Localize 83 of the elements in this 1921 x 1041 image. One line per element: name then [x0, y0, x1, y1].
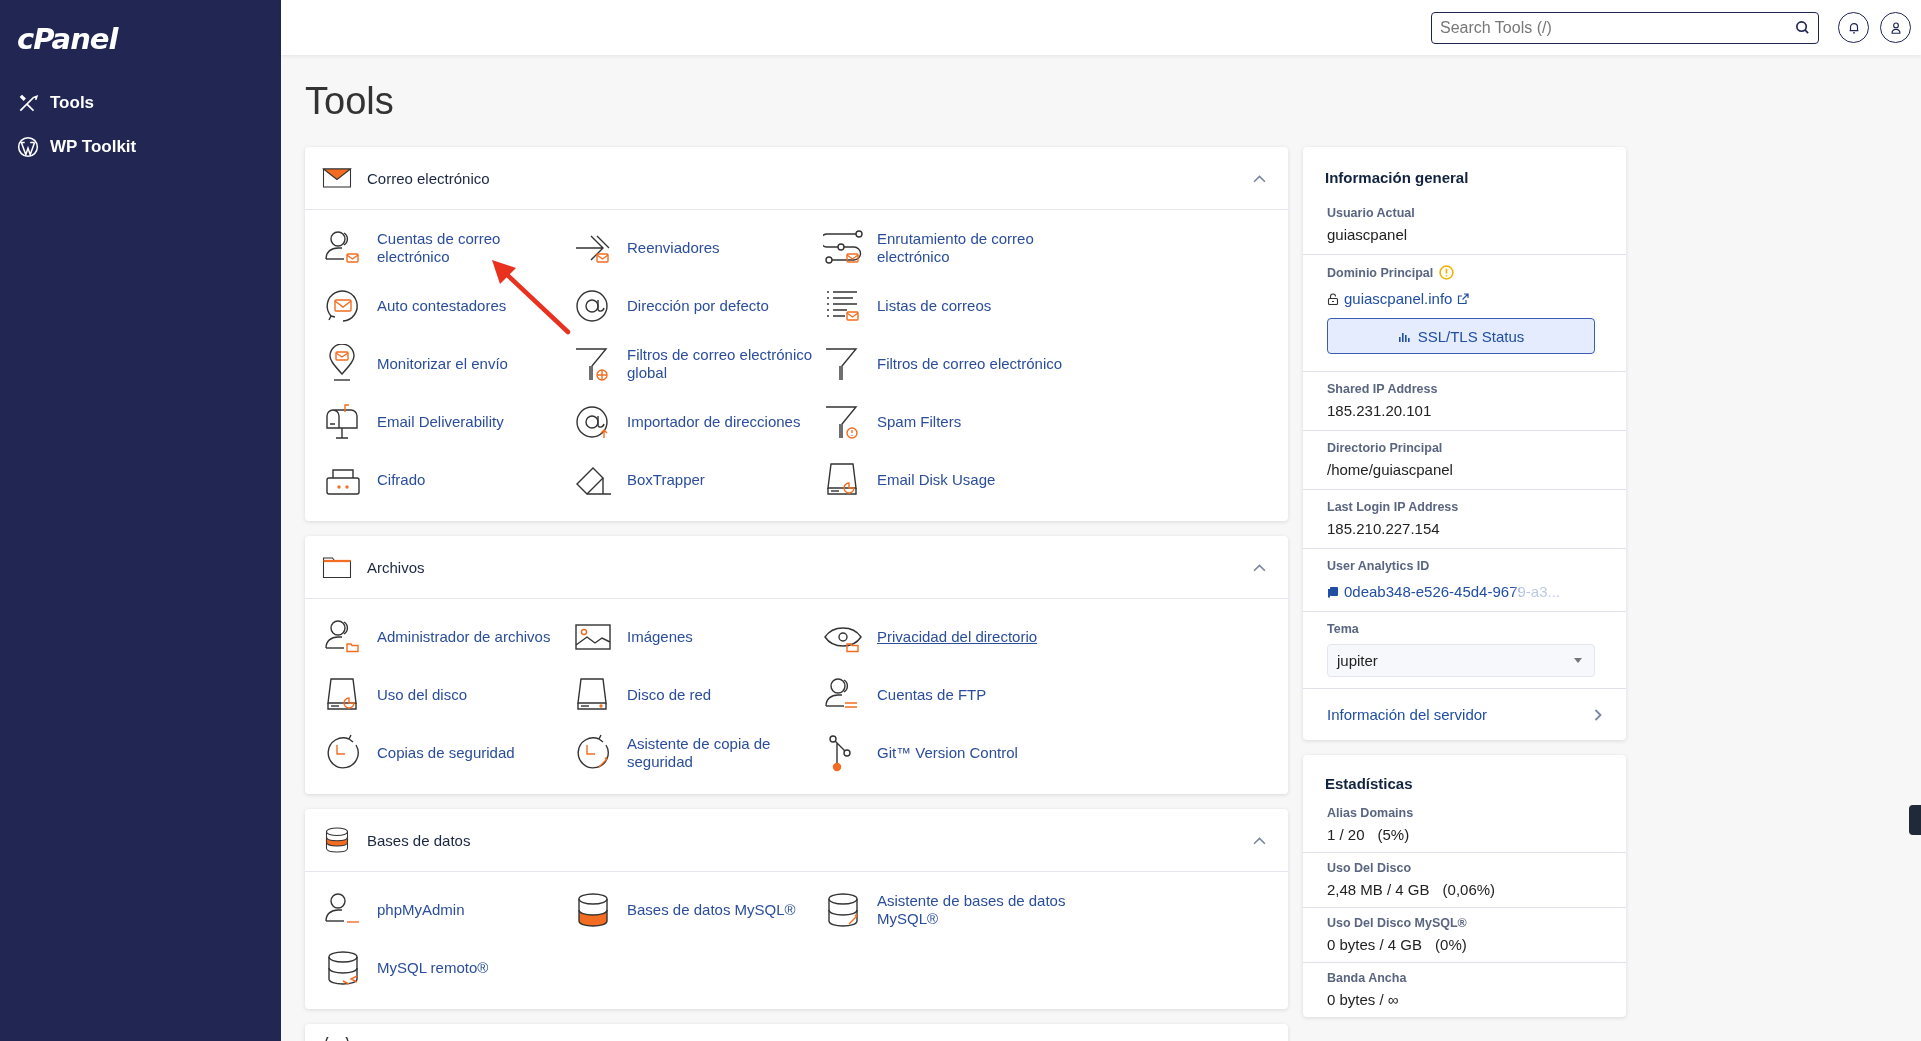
stat-percent: (0%) [1435, 936, 1467, 953]
section-header[interactable]: Correo electrónico [305, 147, 1288, 210]
side-tab[interactable] [1909, 805, 1921, 835]
stat-value: 0 bytes / ∞ [1327, 991, 1399, 1008]
card-title: Estadísticas [1324, 774, 1414, 794]
collapse-chevron-icon[interactable] [1253, 562, 1266, 572]
field-label: Shared IP Address [1327, 382, 1438, 396]
collapse-chevron-icon[interactable] [1253, 173, 1266, 183]
warning-icon[interactable] [1439, 265, 1455, 280]
tool-link[interactable]: Monitorizar el envío [377, 355, 508, 373]
field-label: Alias Domains [1327, 806, 1414, 820]
tool-link[interactable]: Filtros de correo electrónico [877, 355, 1063, 373]
tool-link[interactable]: Cifrado [377, 471, 426, 489]
external-link-icon[interactable] [1457, 292, 1470, 305]
tool-link[interactable]: Spam Filters [877, 413, 962, 431]
tool-link[interactable]: Administrador de archivos [377, 628, 551, 646]
bar-chart-icon [1397, 330, 1410, 342]
tool-link[interactable]: Uso del disco [377, 686, 468, 704]
field-value: 185.231.20.101 [1327, 402, 1432, 419]
stat-percent: (0,06%) [1442, 881, 1496, 898]
domain-link[interactable]: guiascpanel.info [1344, 290, 1453, 307]
tool-link[interactable]: Git™ Version Control [877, 744, 1018, 762]
field-label: Uso Del Disco [1327, 861, 1412, 875]
unlocked-padlock-icon [1327, 292, 1339, 305]
field-label: Last Login IP Address [1327, 500, 1459, 514]
page-title: Tools [305, 79, 394, 124]
tool-link[interactable]: MySQL remoto® [377, 959, 489, 977]
chevron-right-icon[interactable] [1594, 708, 1602, 721]
sidebar-item[interactable]: Tools [17, 81, 95, 125]
tool-link[interactable]: Cuentas de correo electrónico [377, 230, 573, 266]
field-label: User Analytics ID [1327, 559, 1430, 573]
section-header[interactable]: Archivos [305, 536, 1288, 599]
tool-link[interactable]: Asistente de bases de datos MySQL® [877, 892, 1073, 928]
tool-link[interactable]: phpMyAdmin [377, 901, 465, 919]
tool-link[interactable]: Email Deliverability [377, 413, 504, 431]
field-label: Usuario Actual [1327, 206, 1415, 220]
copy-icon[interactable] [1327, 585, 1339, 598]
tool-link[interactable]: Imágenes [627, 628, 693, 646]
tool-link[interactable]: Dirección por defecto [627, 297, 769, 315]
tool-link[interactable]: Asistente de copia de seguridad [627, 735, 823, 771]
stat-value: 1 / 20 [1327, 826, 1365, 843]
field-label: Banda Ancha [1327, 971, 1407, 985]
field-label: Directorio Principal [1327, 441, 1443, 455]
tool-link[interactable]: Bases de datos MySQL® [627, 901, 796, 919]
tools-icon [17, 92, 39, 114]
server-info-link[interactable]: Información del servidor [1327, 706, 1488, 723]
user-icon [1888, 20, 1903, 35]
field-value: guiascpanel [1327, 226, 1408, 243]
caret-icon [1574, 658, 1582, 663]
field-label: Tema [1327, 622, 1359, 636]
stat-percent: (5%) [1377, 826, 1410, 843]
tool-link[interactable]: Cuentas de FTP [877, 686, 987, 704]
field-label: Dominio Principal [1327, 265, 1434, 280]
tool-link[interactable]: Auto contestadores [377, 297, 507, 315]
tool-link[interactable]: Importador de direcciones [627, 413, 801, 431]
tool-link[interactable]: Filtros de correo electrónico global [627, 346, 823, 382]
collapse-chevron-icon[interactable] [1253, 835, 1266, 845]
stat-value: 0 bytes / 4 GB [1327, 936, 1423, 953]
theme-select[interactable]: jupiter [1327, 644, 1595, 677]
section-title: Bases de datos [367, 831, 472, 849]
tool-link[interactable]: Listas de correos [877, 297, 992, 315]
analytics-id-text: 0deab348-e526-45d4-9679-a3... [1344, 583, 1560, 600]
field-value: 185.210.227.154 [1327, 520, 1440, 537]
card-title: Información general [1324, 168, 1470, 188]
section-title: Correo electrónico [367, 169, 491, 187]
tool-link[interactable]: Copias de seguridad [377, 744, 515, 762]
ssl-status-button[interactable]: SSL/TLS Status [1327, 318, 1595, 354]
field-value: /home/guiascpanel [1327, 461, 1453, 478]
search-icon[interactable] [1795, 19, 1810, 35]
field-label: Uso Del Disco MySQL® [1327, 916, 1467, 930]
section-header[interactable]: Bases de datos [305, 809, 1288, 872]
stat-value: 2,48 MB / 4 GB [1327, 881, 1430, 898]
tool-link[interactable]: Email Disk Usage [877, 471, 996, 489]
tool-link[interactable]: Privacidad del directorio [877, 628, 1038, 646]
search-field[interactable]: Search Tools (/) [1431, 11, 1819, 44]
tool-link[interactable]: BoxTrapper [627, 471, 705, 489]
tool-link[interactable]: Enrutamiento de correo electrónico [877, 230, 1073, 266]
tool-link[interactable]: Disco de red [627, 686, 712, 704]
section-title: Archivos [367, 558, 426, 576]
tool-link[interactable]: Reenviadores [627, 239, 720, 257]
wordpress-icon [17, 136, 39, 158]
cpanel-logo[interactable]: cPanel [17, 22, 118, 56]
sidebar-item[interactable]: WP Toolkit [17, 125, 137, 169]
